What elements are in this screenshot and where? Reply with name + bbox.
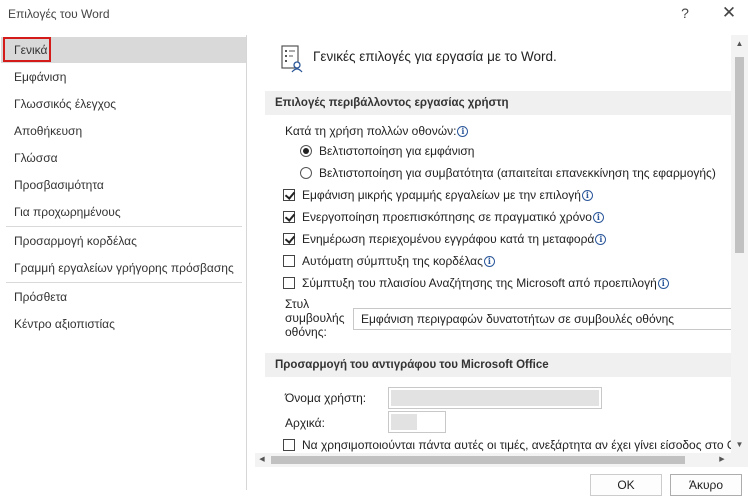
checkbox-label-text: Εμφάνιση μικρής γραμμής εργαλείων με την… [302, 188, 581, 202]
sidebar-item-label: Προσαρμογή κορδέλας [14, 234, 137, 248]
sidebar-item-label: Γλωσσικός έλεγχος [14, 97, 117, 111]
checkbox-live-preview[interactable] [283, 211, 295, 223]
cancel-button[interactable]: Άκυρο [670, 474, 742, 496]
checkbox-mini-toolbar-label: Εμφάνιση μικρής γραμμής εργαλείων με την… [302, 188, 593, 202]
redacted-value [391, 390, 599, 406]
sidebar-item-label: Για προχωρημένους [14, 205, 121, 219]
sidebar-item-advanced[interactable]: Για προχωρημένους [1, 199, 246, 225]
radio-optimize-compatibility-label: Βελτιστοποίηση για συμβατότητα (απαιτείτ… [319, 166, 716, 180]
page-title: Γενικές επιλογές για εργασία με το Word. [313, 49, 557, 64]
info-icon[interactable]: i [595, 234, 607, 245]
sidebar-item-language[interactable]: Γλώσσα [1, 145, 246, 171]
info-icon[interactable]: i [483, 256, 495, 267]
close-button[interactable]: ✕ [720, 3, 738, 23]
screentip-style-select[interactable]: Εμφάνιση περιγραφών δυνατοτήτων σε συμβο… [353, 308, 731, 330]
section-header-personalize: Προσαρμογή του αντιγράφου του Microsoft … [265, 353, 731, 377]
multi-screen-label: Κατά τη χρήση πολλών οθονών: i [285, 124, 469, 138]
checkbox-collapse-ribbon-label: Αυτόματη σύμπτυξη της κορδέλας i [302, 254, 495, 268]
sidebar-item-customize-ribbon[interactable]: Προσαρμογή κορδέλας [1, 228, 246, 254]
scroll-right-arrow-icon[interactable]: ▶ [715, 453, 729, 467]
radio-optimize-compatibility[interactable] [300, 167, 312, 179]
username-input[interactable] [388, 387, 602, 409]
sidebar-item-label: Γραμμή εργαλείων γρήγορης πρόσβασης [14, 261, 234, 275]
initials-label: Αρχικά: [285, 416, 325, 430]
info-icon[interactable]: i [457, 126, 469, 137]
checkbox-collapse-search[interactable] [283, 277, 295, 289]
vertical-scroll-thumb[interactable] [735, 57, 744, 253]
username-label: Όνομα χρήστη: [285, 391, 367, 405]
window-title: Επιλογές του Word [8, 7, 110, 21]
sidebar-item-label: Αποθήκευση [14, 124, 83, 138]
settings-list-icon [281, 45, 303, 73]
vertical-scrollbar[interactable]: ▲ ▼ [731, 35, 748, 453]
sidebar: Γενικά Εμφάνιση Γλωσσικός έλεγχος Αποθήκ… [0, 35, 247, 490]
checkbox-label-text: Σύμπτυξη του πλαισίου Αναζήτησης της Mic… [302, 276, 657, 290]
horizontal-scroll-thumb[interactable] [271, 456, 685, 464]
scrollbar-corner [731, 453, 748, 467]
sidebar-item-label: Κέντρο αξιοπιστίας [14, 317, 115, 331]
checkbox-always-use-values-label: Να χρησιμοποιούνται πάντα αυτές οι τιμές… [302, 438, 731, 452]
radio-optimize-appearance[interactable] [300, 145, 312, 157]
scroll-up-arrow-icon[interactable]: ▲ [731, 35, 748, 52]
screentip-style-label: Στυλ συμβουλής οθόνης: [285, 297, 345, 339]
selection-highlight-box [3, 37, 51, 62]
sidebar-divider [6, 282, 242, 283]
sidebar-item-proofing[interactable]: Γλωσσικός έλεγχος [1, 91, 246, 117]
checkbox-label-text: Ενεργοποίηση προεπισκόπησης σε πραγματικ… [302, 210, 592, 224]
ok-button[interactable]: OK [590, 474, 662, 496]
checkbox-label-text: Ενημέρωση περιεχομένου εγγράφου κατά τη … [302, 232, 595, 246]
checkbox-update-while-dragging-label: Ενημέρωση περιεχομένου εγγράφου κατά τη … [302, 232, 607, 246]
help-button[interactable]: ? [678, 5, 692, 21]
scroll-down-arrow-icon[interactable]: ▼ [731, 436, 748, 453]
info-icon[interactable]: i [657, 278, 669, 289]
checkbox-collapse-search-label: Σύμπτυξη του πλαισίου Αναζήτησης της Mic… [302, 276, 669, 290]
info-icon[interactable]: i [581, 190, 593, 201]
sidebar-item-display[interactable]: Εμφάνιση [1, 64, 246, 90]
sidebar-item-accessibility[interactable]: Προσβασιμότητα [1, 172, 246, 198]
checkbox-mini-toolbar[interactable] [283, 189, 295, 201]
sidebar-item-trust-center[interactable]: Κέντρο αξιοπιστίας [1, 311, 246, 337]
section-header-ui-options: Επιλογές περιβάλλοντος εργασίας χρήστη [265, 91, 731, 115]
sidebar-item-label: Προσβασιμότητα [14, 178, 104, 192]
initials-input[interactable] [388, 411, 446, 433]
content-pane: Γενικές επιλογές για εργασία με το Word.… [255, 35, 731, 453]
sidebar-item-label: Εμφάνιση [14, 70, 67, 84]
scroll-left-arrow-icon[interactable]: ◀ [255, 453, 269, 467]
checkbox-label-text: Αυτόματη σύμπτυξη της κορδέλας [302, 254, 483, 268]
sidebar-divider [6, 226, 242, 227]
sidebar-item-label: Πρόσθετα [14, 290, 68, 304]
checkbox-always-use-values[interactable] [283, 439, 295, 451]
checkbox-update-while-dragging[interactable] [283, 233, 295, 245]
sidebar-item-save[interactable]: Αποθήκευση [1, 118, 246, 144]
radio-optimize-appearance-label: Βελτιστοποίηση για εμφάνιση [319, 144, 475, 158]
info-icon[interactable]: i [592, 212, 604, 223]
title-bar: Επιλογές του Word ? ✕ [0, 0, 750, 30]
checkbox-collapse-ribbon[interactable] [283, 255, 295, 267]
multi-screen-label-text: Κατά τη χρήση πολλών οθονών: [285, 124, 457, 138]
sidebar-item-add-ins[interactable]: Πρόσθετα [1, 284, 246, 310]
checkbox-live-preview-label: Ενεργοποίηση προεπισκόπησης σε πραγματικ… [302, 210, 604, 224]
horizontal-scrollbar[interactable]: ◀ ▶ [255, 453, 731, 467]
redacted-value [391, 414, 417, 430]
sidebar-item-label: Γλώσσα [14, 151, 58, 165]
sidebar-item-quick-access-toolbar[interactable]: Γραμμή εργαλείων γρήγορης πρόσβασης [1, 255, 246, 281]
